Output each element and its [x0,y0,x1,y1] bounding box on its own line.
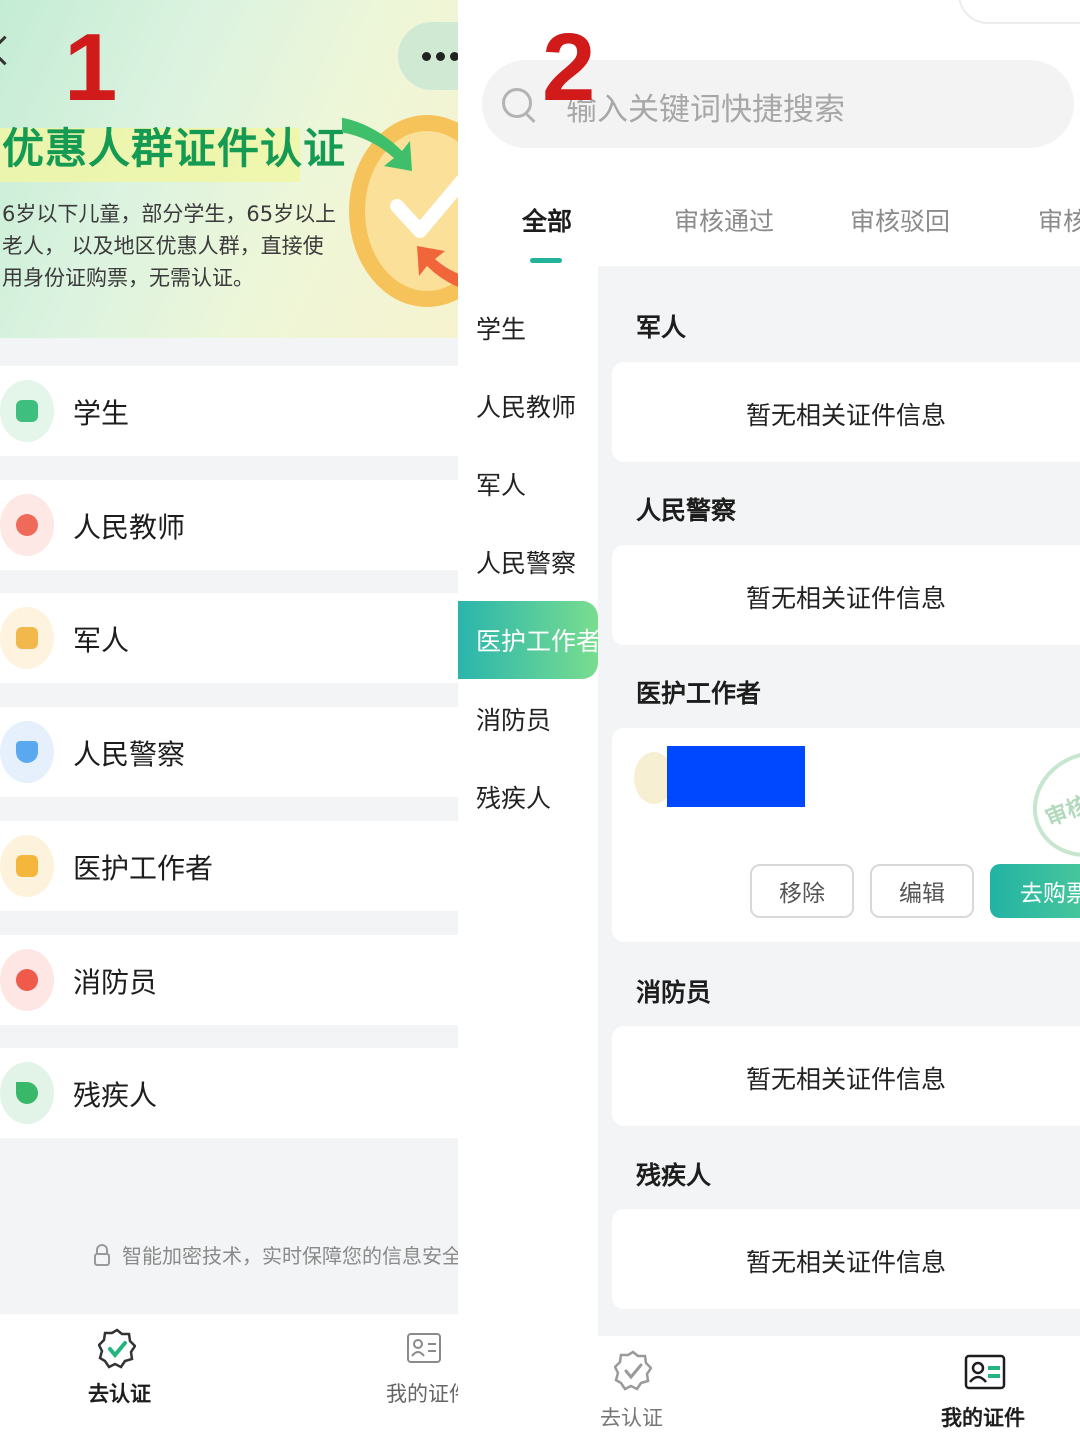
tab-approved[interactable]: 审核通过 [674,202,774,238]
empty-text: 暂无相关证件信息 [745,1065,946,1094]
category-label: 人民警察 [73,738,186,771]
tab-my-documents[interactable]: 我的证件 [386,1378,458,1408]
sidebar-item-police[interactable]: 人民警察 [476,544,576,580]
edit-button[interactable]: 编辑 [870,864,974,918]
military-icon [0,607,54,669]
security-note: 智能加密技术，实时保障您的信息安全 [122,1244,458,1268]
section-title-disabled: 残疾人 [636,1161,712,1190]
section-title-medical: 医护工作者 [636,679,762,708]
redacted-info [667,746,805,807]
category-label: 医护工作者 [73,852,214,885]
section-title-police: 人民警察 [636,496,737,525]
category-label: 残疾人 [73,1079,158,1112]
tab-all[interactable]: 全部 [522,202,572,238]
empty-card-military: 暂无相关证件信息 [612,362,1080,462]
remove-button[interactable]: 移除 [750,864,854,918]
category-label: 人民教师 [73,511,186,544]
teacher-icon [0,494,54,556]
step-marker-2: 2 [542,14,596,121]
category-row-military[interactable]: 军人 [0,593,458,683]
medical-icon [0,835,54,897]
id-card-icon [407,1333,441,1363]
empty-card-police: 暂无相关证件信息 [612,545,1080,645]
category-label: 学生 [73,397,130,430]
category-row-disabled[interactable]: 残疾人 [0,1048,458,1138]
sidebar-item-medical[interactable]: 医护工作者 [476,622,601,658]
tab-my-documents[interactable]: 我的证件 [941,1402,1025,1432]
ellipsis-icon[interactable] [398,22,458,90]
section-title-military: 军人 [636,313,687,342]
tab-certify[interactable]: 去认证 [88,1378,151,1408]
id-card-icon [964,1354,1006,1390]
banner-description: 6岁以下儿童，部分学生，65岁以上老人， 以及地区优惠人群，直接使用身份证购票，… [2,202,337,290]
tab-certify[interactable]: 去认证 [600,1402,663,1432]
tab-rejected[interactable]: 审核驳回 [850,202,950,238]
search-placeholder: 输入关键词快捷搜索 [566,92,845,128]
right-tabbar: 去认证 我的证件 [458,1336,1080,1440]
category-label: 军人 [73,624,130,657]
empty-card-disabled: 暂无相关证件信息 [612,1209,1080,1309]
sidebar-item-disabled[interactable]: 残疾人 [476,779,551,815]
sidebar-item-military[interactable]: 军人 [476,466,526,502]
stamp-text: 审核通 [1042,783,1080,832]
empty-text: 暂无相关证件信息 [745,1248,946,1277]
certify-badge-icon [98,1328,136,1369]
sidebar-item-teacher[interactable]: 人民教师 [476,388,576,424]
category-label: 消防员 [73,966,158,999]
lock-icon [94,1244,110,1266]
empty-text: 暂无相关证件信息 [745,584,946,613]
section-title-firefighter: 消防员 [636,978,712,1007]
tab-indicator [530,258,562,263]
banner: 优惠人群证件认证 6岁以下儿童，部分学生，65岁以上老人， 以及地区优惠人群，直… [0,0,458,338]
tab-reviewing[interactable]: 审核 [1038,202,1080,238]
step-marker-1: 1 [64,14,118,121]
category-row-teacher[interactable]: 人民教师 [0,480,458,570]
certificate-emblem-icon [342,115,458,307]
left-tabbar: 去认证 我的证件 [0,1314,458,1440]
buy-ticket-button[interactable]: 去购票 [990,864,1080,918]
category-row-medical[interactable]: 医护工作者 [0,821,458,911]
banner-title: 优惠人群证件认证 [2,124,347,173]
category-row-police[interactable]: 人民警察 [0,707,458,797]
left-screen: 优惠人群证件认证 6岁以下儿童，部分学生，65岁以上老人， 以及地区优惠人群，直… [0,0,458,1440]
capsule-button[interactable] [958,0,1080,24]
category-row-student[interactable]: 学生 [0,366,458,456]
student-icon [0,380,54,442]
sidebar-item-firefighter[interactable]: 消防员 [476,701,551,737]
category-row-firefighter[interactable]: 消防员 [0,935,458,1025]
right-screen: 输入关键词快捷搜索 2 全部 审核通过 审核驳回 审核 学生 人民教师 军人 人… [458,0,1080,1440]
empty-text: 暂无相关证件信息 [745,401,946,430]
disabled-icon [0,1062,54,1124]
firefighter-icon [0,949,54,1011]
empty-card-firefighter: 暂无相关证件信息 [612,1026,1080,1126]
certify-badge-icon [614,1350,652,1391]
sidebar-item-student[interactable]: 学生 [476,310,526,346]
police-icon [0,721,54,783]
chevron-left-icon[interactable] [0,35,20,66]
